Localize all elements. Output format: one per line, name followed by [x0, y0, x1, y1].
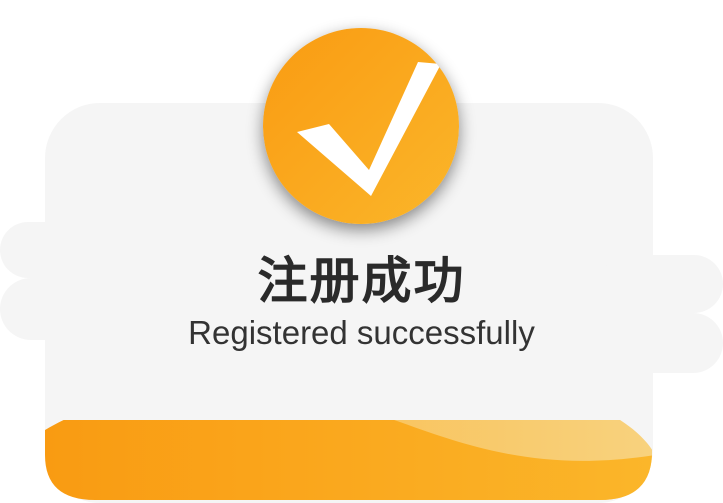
success-subtitle: Registered successfully [188, 314, 535, 351]
checkmark-icon [297, 62, 441, 196]
success-badge [263, 28, 459, 224]
success-title: 注册成功 [257, 252, 466, 310]
success-dialog: 注册成功 Registered successfully [0, 0, 723, 503]
